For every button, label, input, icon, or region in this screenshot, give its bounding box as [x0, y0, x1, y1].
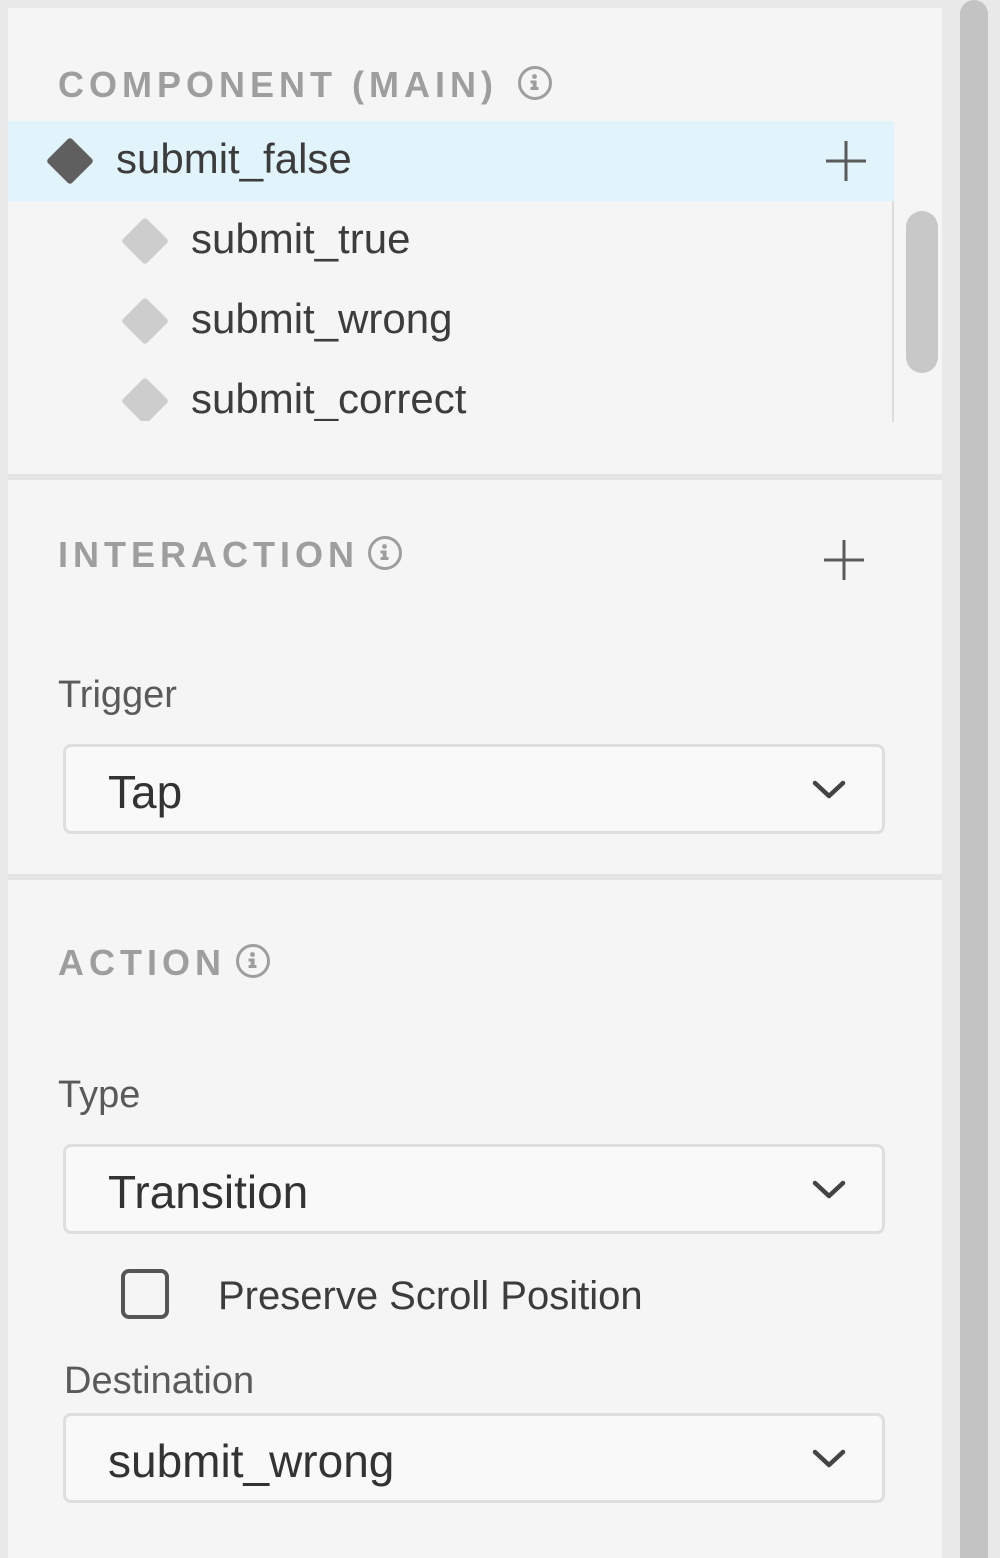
info-icon[interactable] — [368, 536, 402, 570]
diamond-outline-icon — [120, 216, 170, 266]
type-select[interactable]: Transition — [63, 1144, 885, 1234]
list-item-label: submit_true — [191, 215, 411, 262]
destination-select[interactable]: submit_wrong — [63, 1413, 885, 1503]
component-section-title: COMPONENT (MAIN) — [58, 64, 498, 105]
trigger-select[interactable]: Tap — [63, 744, 885, 834]
list-item-label: submit_wrong — [191, 295, 453, 342]
trigger-label: Trigger — [58, 674, 177, 716]
type-value: Transition — [108, 1166, 309, 1218]
diamond-outline-icon — [120, 376, 170, 421]
diamond-filled-icon — [45, 136, 95, 186]
list-item-submit-wrong[interactable]: submit_wrong — [8, 281, 894, 361]
list-item-label: submit_correct — [191, 375, 467, 421]
add-interaction-icon[interactable] — [820, 536, 868, 584]
action-section: ACTION Type Transition Preserve Scroll P… — [8, 880, 942, 1558]
action-section-title: ACTION — [58, 942, 226, 983]
interaction-section: INTERACTION Trigger Tap — [8, 480, 942, 874]
list-scrollbar[interactable] — [906, 211, 938, 373]
interaction-section-title: INTERACTION — [58, 534, 359, 575]
list-item-submit-correct[interactable]: submit_correct — [8, 361, 894, 421]
info-icon[interactable] — [518, 66, 552, 100]
panel-scrollbar[interactable] — [960, 0, 988, 1558]
chevron-down-icon — [812, 1449, 846, 1468]
list-scroll-track — [892, 201, 894, 422]
destination-label: Destination — [64, 1360, 255, 1402]
destination-value: submit_wrong — [108, 1435, 395, 1487]
component-section: COMPONENT (MAIN) submit_false submit_tru… — [8, 8, 942, 474]
trigger-value: Tap — [108, 766, 183, 818]
preserve-scroll-label: Preserve Scroll Position — [218, 1274, 643, 1318]
type-label: Type — [58, 1074, 141, 1116]
chevron-down-icon — [812, 1180, 846, 1199]
preserve-scroll-checkbox[interactable] — [121, 1269, 169, 1319]
add-variant-icon[interactable] — [822, 137, 870, 185]
component-list: submit_false submit_true submit_wrong su… — [8, 121, 894, 421]
list-item-submit-true[interactable]: submit_true — [8, 201, 894, 281]
list-item-label: submit_false — [116, 135, 352, 182]
properties-panel: COMPONENT (MAIN) submit_false submit_tru… — [8, 8, 942, 1558]
diamond-outline-icon — [120, 296, 170, 346]
list-item-submit-false[interactable]: submit_false — [8, 121, 894, 201]
chevron-down-icon — [812, 780, 846, 799]
info-icon[interactable] — [236, 944, 270, 978]
